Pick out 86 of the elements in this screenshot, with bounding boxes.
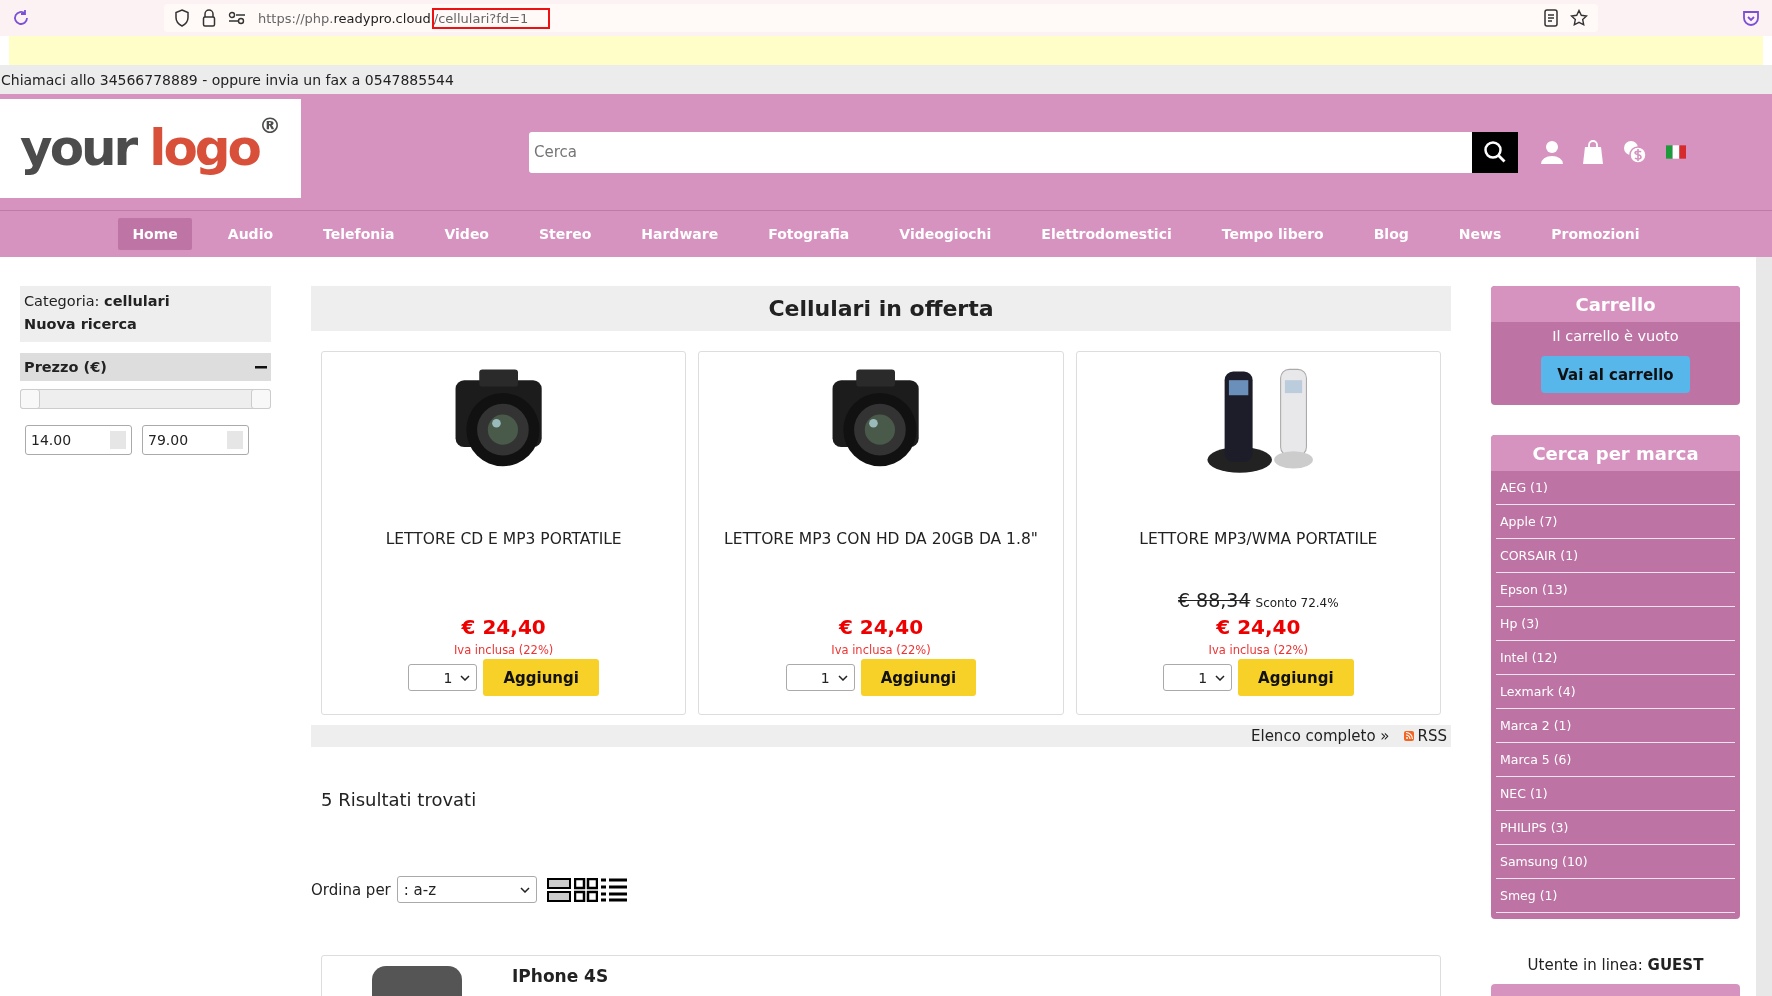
full-list-link[interactable]: Elenco completo »	[1251, 727, 1390, 745]
rss-icon	[1403, 731, 1414, 741]
new-search-link[interactable]: Nuova ricerca	[24, 313, 267, 336]
category-text: Categoria: cellulari	[24, 292, 171, 311]
price-range-slider[interactable]	[21, 390, 270, 408]
quantity-select[interactable]: 1	[785, 664, 855, 691]
add-to-cart-button[interactable]: Aggiungi	[860, 659, 977, 696]
rows-view-icon[interactable]	[546, 877, 571, 902]
vat-note: Iva inclusa (22%)	[453, 643, 554, 657]
chevron-down-icon	[837, 674, 848, 681]
nav-tab[interactable]: Video	[430, 218, 503, 250]
brand-link[interactable]: PHILIPS (3)	[1496, 811, 1735, 845]
brand-link[interactable]: Hp (3)	[1496, 607, 1735, 641]
max-price-field[interactable]: 79.00	[142, 425, 249, 455]
vat-note: Iva inclusa (22%)	[1208, 643, 1309, 657]
nav-tab[interactable]: Stereo	[525, 218, 606, 250]
logo[interactable]: your logo®	[0, 98, 301, 198]
nav-tab[interactable]: Videogiochi	[885, 218, 1006, 250]
nav-tab[interactable]: Home	[118, 218, 192, 250]
reader-view-icon[interactable]	[1544, 9, 1558, 27]
nav-tab[interactable]: Fotografia	[754, 218, 864, 250]
search-button[interactable]	[1472, 131, 1518, 173]
product-name[interactable]: IPhone 4S	[512, 966, 609, 996]
star-icon[interactable]	[1570, 9, 1588, 27]
results-count: 5 Risultati trovati	[321, 789, 478, 810]
nav-tab[interactable]: Hardware	[627, 218, 733, 250]
brand-link[interactable]: NEC (1)	[1496, 777, 1735, 811]
add-to-cart-button[interactable]: Aggiungi	[1238, 659, 1354, 696]
add-to-cart-button[interactable]: Aggiungi	[483, 659, 599, 696]
brand-link[interactable]: Marca 5 (6)	[1496, 743, 1735, 777]
sort-label: Ordina per	[311, 880, 391, 899]
panel-title: Cerca per marca	[1491, 435, 1740, 471]
list-view-icon[interactable]	[600, 877, 627, 902]
brand-link[interactable]: AEG (1)	[1496, 471, 1735, 505]
brand-link[interactable]: Apple (7)	[1496, 505, 1735, 539]
chevron-down-icon	[519, 886, 530, 893]
vat-note: Iva inclusa (22%)	[831, 643, 931, 657]
nav-tab[interactable]: Telefonia	[309, 218, 409, 250]
nav-tab[interactable]: Promozioni	[1537, 218, 1654, 250]
settings-icon[interactable]	[228, 11, 246, 25]
url-path-highlight: /cellulari?fd=1	[433, 9, 549, 27]
price-filter-header[interactable]: Prezzo (€)	[20, 353, 271, 381]
product-price: € 24,40	[1216, 615, 1301, 639]
collapse-icon[interactable]	[255, 365, 267, 369]
reload-icon[interactable]	[12, 9, 30, 27]
brand-link[interactable]: Intel (12)	[1496, 641, 1735, 675]
product-name[interactable]: LETTORE MP3 CON HD DA 20GB DA 1.8"	[724, 530, 1038, 548]
brand-link[interactable]: Epson (13)	[1496, 573, 1735, 607]
section-title: Cellulari in offerta	[311, 286, 1451, 331]
nav-tab[interactable]: News	[1444, 218, 1516, 250]
sort-select[interactable]: : a-z	[396, 876, 537, 903]
shield-icon[interactable]	[174, 9, 190, 27]
brand-link[interactable]: Samsung (10)	[1496, 845, 1735, 879]
quantity-select[interactable]: 1	[1163, 664, 1233, 691]
brand-link[interactable]: Marca 2 (1)	[1496, 709, 1735, 743]
nav-tab[interactable]: Elettrodomestici	[1027, 218, 1186, 250]
rss-link[interactable]: RSS	[1403, 727, 1447, 745]
url-text: https://php.readypro.cloud	[258, 10, 431, 26]
product-price: € 24,40	[461, 615, 546, 639]
contact-text: Chiamaci allo 34566778889 - oppure invia un fax a 0547885544	[0, 65, 1772, 94]
brand-link[interactable]: CORSAIR (1)	[1496, 539, 1735, 573]
brand-link[interactable]: Smeg (1)	[1496, 879, 1735, 913]
panel-title: Carrello	[1491, 286, 1740, 322]
nav-tab[interactable]: Tempo libero	[1207, 218, 1338, 250]
online-user-text: Utente in linea: GUEST	[1526, 956, 1705, 974]
search-field[interactable]: Cerca	[529, 131, 1472, 173]
grid-view-icon[interactable]	[573, 877, 598, 902]
brand-link[interactable]: Lexmark (4)	[1496, 675, 1735, 709]
go-to-cart-button[interactable]: Vai al carrello	[1541, 356, 1690, 393]
product-name[interactable]: LETTORE CD E MP3 PORTATILE	[385, 530, 622, 548]
search-icon	[1483, 140, 1507, 164]
pocket-icon[interactable]	[1742, 9, 1760, 27]
address-bar[interactable]: https://php.readypro.cloud /cellulari?fd=1	[164, 4, 1598, 32]
italian-flag-icon[interactable]	[1666, 145, 1686, 159]
nav-tab[interactable]: Audio	[213, 218, 288, 250]
min-price-field[interactable]: 14.00	[25, 425, 132, 455]
old-price: € 88,34	[1178, 589, 1251, 611]
lock-icon[interactable]	[202, 9, 216, 27]
product-name[interactable]: LETTORE MP3/WMA PORTATILE	[1139, 530, 1378, 548]
chevron-down-icon	[1215, 674, 1226, 681]
product-price: € 24,40	[838, 615, 924, 639]
quantity-select[interactable]: 1	[408, 664, 478, 691]
nav-tab[interactable]: Blog	[1359, 218, 1423, 250]
chevron-down-icon	[460, 674, 471, 681]
cart-status: Il carrello è vuoto	[1551, 328, 1680, 344]
discount-text: Sconto 72.4%	[1255, 596, 1339, 610]
